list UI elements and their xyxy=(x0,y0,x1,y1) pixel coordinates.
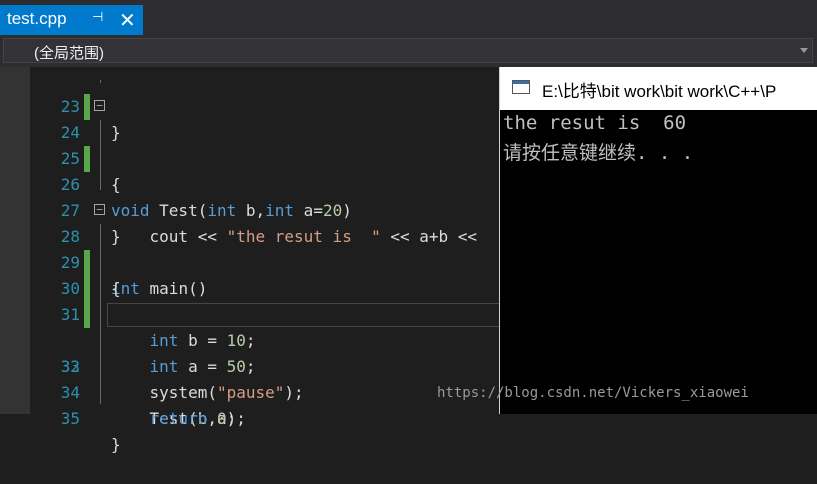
console-title-bar[interactable]: E:\比特\bit work\bit work\C++\P xyxy=(500,67,817,110)
console-title: E:\比特\bit work\bit work\C++\P xyxy=(542,82,777,101)
tab-test-cpp[interactable]: test.cpp ⊣ ✕ xyxy=(0,5,143,35)
collapse-icon[interactable]: − xyxy=(94,204,105,215)
scope-navigation-bar: (全局范围) xyxy=(0,35,817,67)
change-marker xyxy=(84,250,90,276)
code-text: } xyxy=(111,435,121,454)
code-text: return 0; xyxy=(149,409,237,428)
scope-label: (全局范围) xyxy=(34,45,104,62)
scope-dropdown[interactable]: (全局范围) xyxy=(3,38,813,63)
change-marker xyxy=(84,302,90,328)
change-marker xyxy=(84,146,90,172)
watermark: https://blog.csdn.net/Vickers_xiaowei xyxy=(437,385,749,401)
console-window[interactable]: E:\比特\bit work\bit work\C++\P the resut … xyxy=(499,67,817,414)
tab-strip: test.cpp ⊣ ✕ xyxy=(0,0,817,35)
change-marker xyxy=(84,276,90,302)
current-line-highlight xyxy=(107,303,507,327)
console-app-icon xyxy=(512,80,530,94)
tab-title: test.cpp xyxy=(7,9,67,28)
line-number: 35 xyxy=(60,409,80,428)
close-icon[interactable]: ✕ xyxy=(119,5,136,35)
chevron-down-icon[interactable] xyxy=(800,48,808,53)
console-output-line: the resut is 60 xyxy=(503,112,687,134)
collapse-icon[interactable]: − xyxy=(94,100,105,111)
change-marker xyxy=(84,94,90,120)
console-output-line: 请按任意键继续. . . xyxy=(503,142,694,164)
pin-icon[interactable]: ⊣ xyxy=(92,10,103,25)
